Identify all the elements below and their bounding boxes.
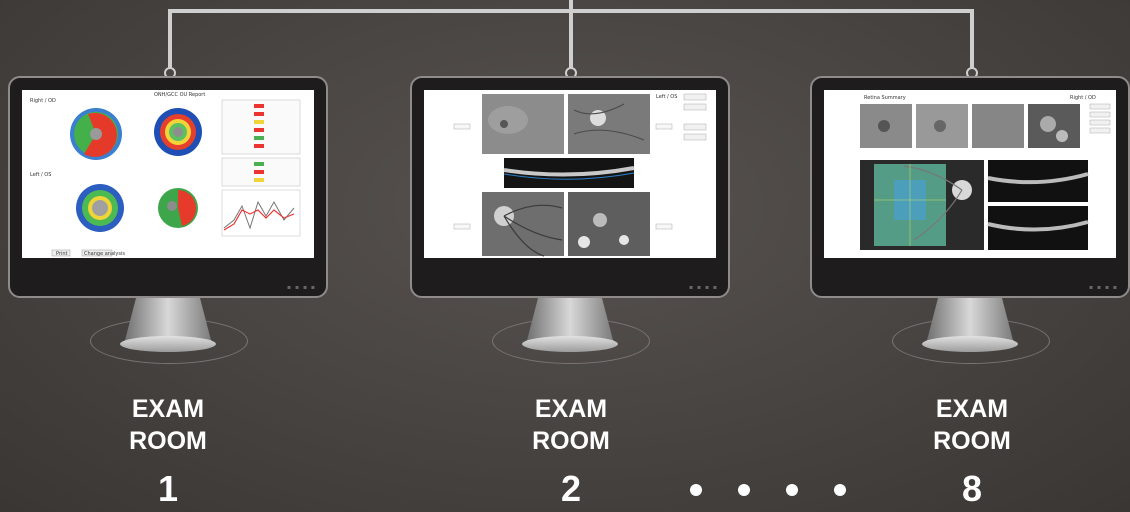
report-title: ONH/GCC OU Report <box>154 92 205 98</box>
wire-drop-room-1 <box>168 9 172 71</box>
screen-onh-gcc-report: ONH/GCC OU Report Right / OD Left / OS P… <box>22 90 314 258</box>
onh-gcc-report-graphic: ONH/GCC OU Report Right / OD Left / OS P… <box>30 92 301 257</box>
screen-retina-summary: Retina Summary Right / OD <box>824 90 1116 258</box>
monitor-room-2: Left / OS ▪ ▪ ▪ ▪ <box>410 76 730 298</box>
monitor-room-1: ONH/GCC OU Report Right / OD Left / OS P… <box>8 76 328 298</box>
dot-2 <box>738 484 750 496</box>
monitor-room-8: Retina Summary Right / OD ▪ ▪ ▪ ▪ <box>810 76 1130 298</box>
dot-4 <box>834 484 846 496</box>
eye-label-os: Left / OS <box>656 94 677 100</box>
room-1-number: 1 <box>157 468 179 509</box>
room-2-number: 2 <box>560 468 582 509</box>
fundus-oct-graphic: Left / OS <box>453 93 707 257</box>
room-2-word-room: ROOM <box>532 427 610 455</box>
bezel-logo: ▪ ▪ ▪ ▪ <box>689 284 718 291</box>
left-eye-label: Left / OS <box>30 172 51 178</box>
wire-drop-room-2 <box>569 9 573 71</box>
room-label-8: EXAM ROOM 8 <box>882 393 1062 511</box>
eye-label-od: Right / OD <box>1070 95 1096 101</box>
bezel-logo: ▪ ▪ ▪ ▪ <box>287 284 316 291</box>
room-8-word-exam: EXAM <box>935 395 1009 423</box>
wire-drop-room-8 <box>970 9 974 71</box>
change-analysis-label: Change analysis <box>84 251 125 257</box>
room-label-2: EXAM ROOM 2 <box>481 393 661 511</box>
screen-fundus-oct: Left / OS <box>424 90 716 258</box>
right-eye-label: Right / OD <box>30 98 56 104</box>
bezel-logo: ▪ ▪ ▪ ▪ <box>1089 284 1118 291</box>
room-label-1: EXAM ROOM 1 <box>78 393 258 511</box>
continuation-dots <box>690 484 850 500</box>
retina-summary-graphic: Retina Summary Right / OD <box>860 95 1111 250</box>
room-1-word-exam: EXAM <box>131 395 205 423</box>
dot-3 <box>786 484 798 496</box>
print-button-label: Print <box>56 251 68 257</box>
room-1-word-room: ROOM <box>129 427 207 455</box>
room-2-word-exam: EXAM <box>534 395 608 423</box>
room-8-word-room: ROOM <box>933 427 1011 455</box>
dot-1 <box>690 484 702 496</box>
room-8-number: 8 <box>961 468 983 509</box>
retina-summary-title: Retina Summary <box>864 95 906 101</box>
